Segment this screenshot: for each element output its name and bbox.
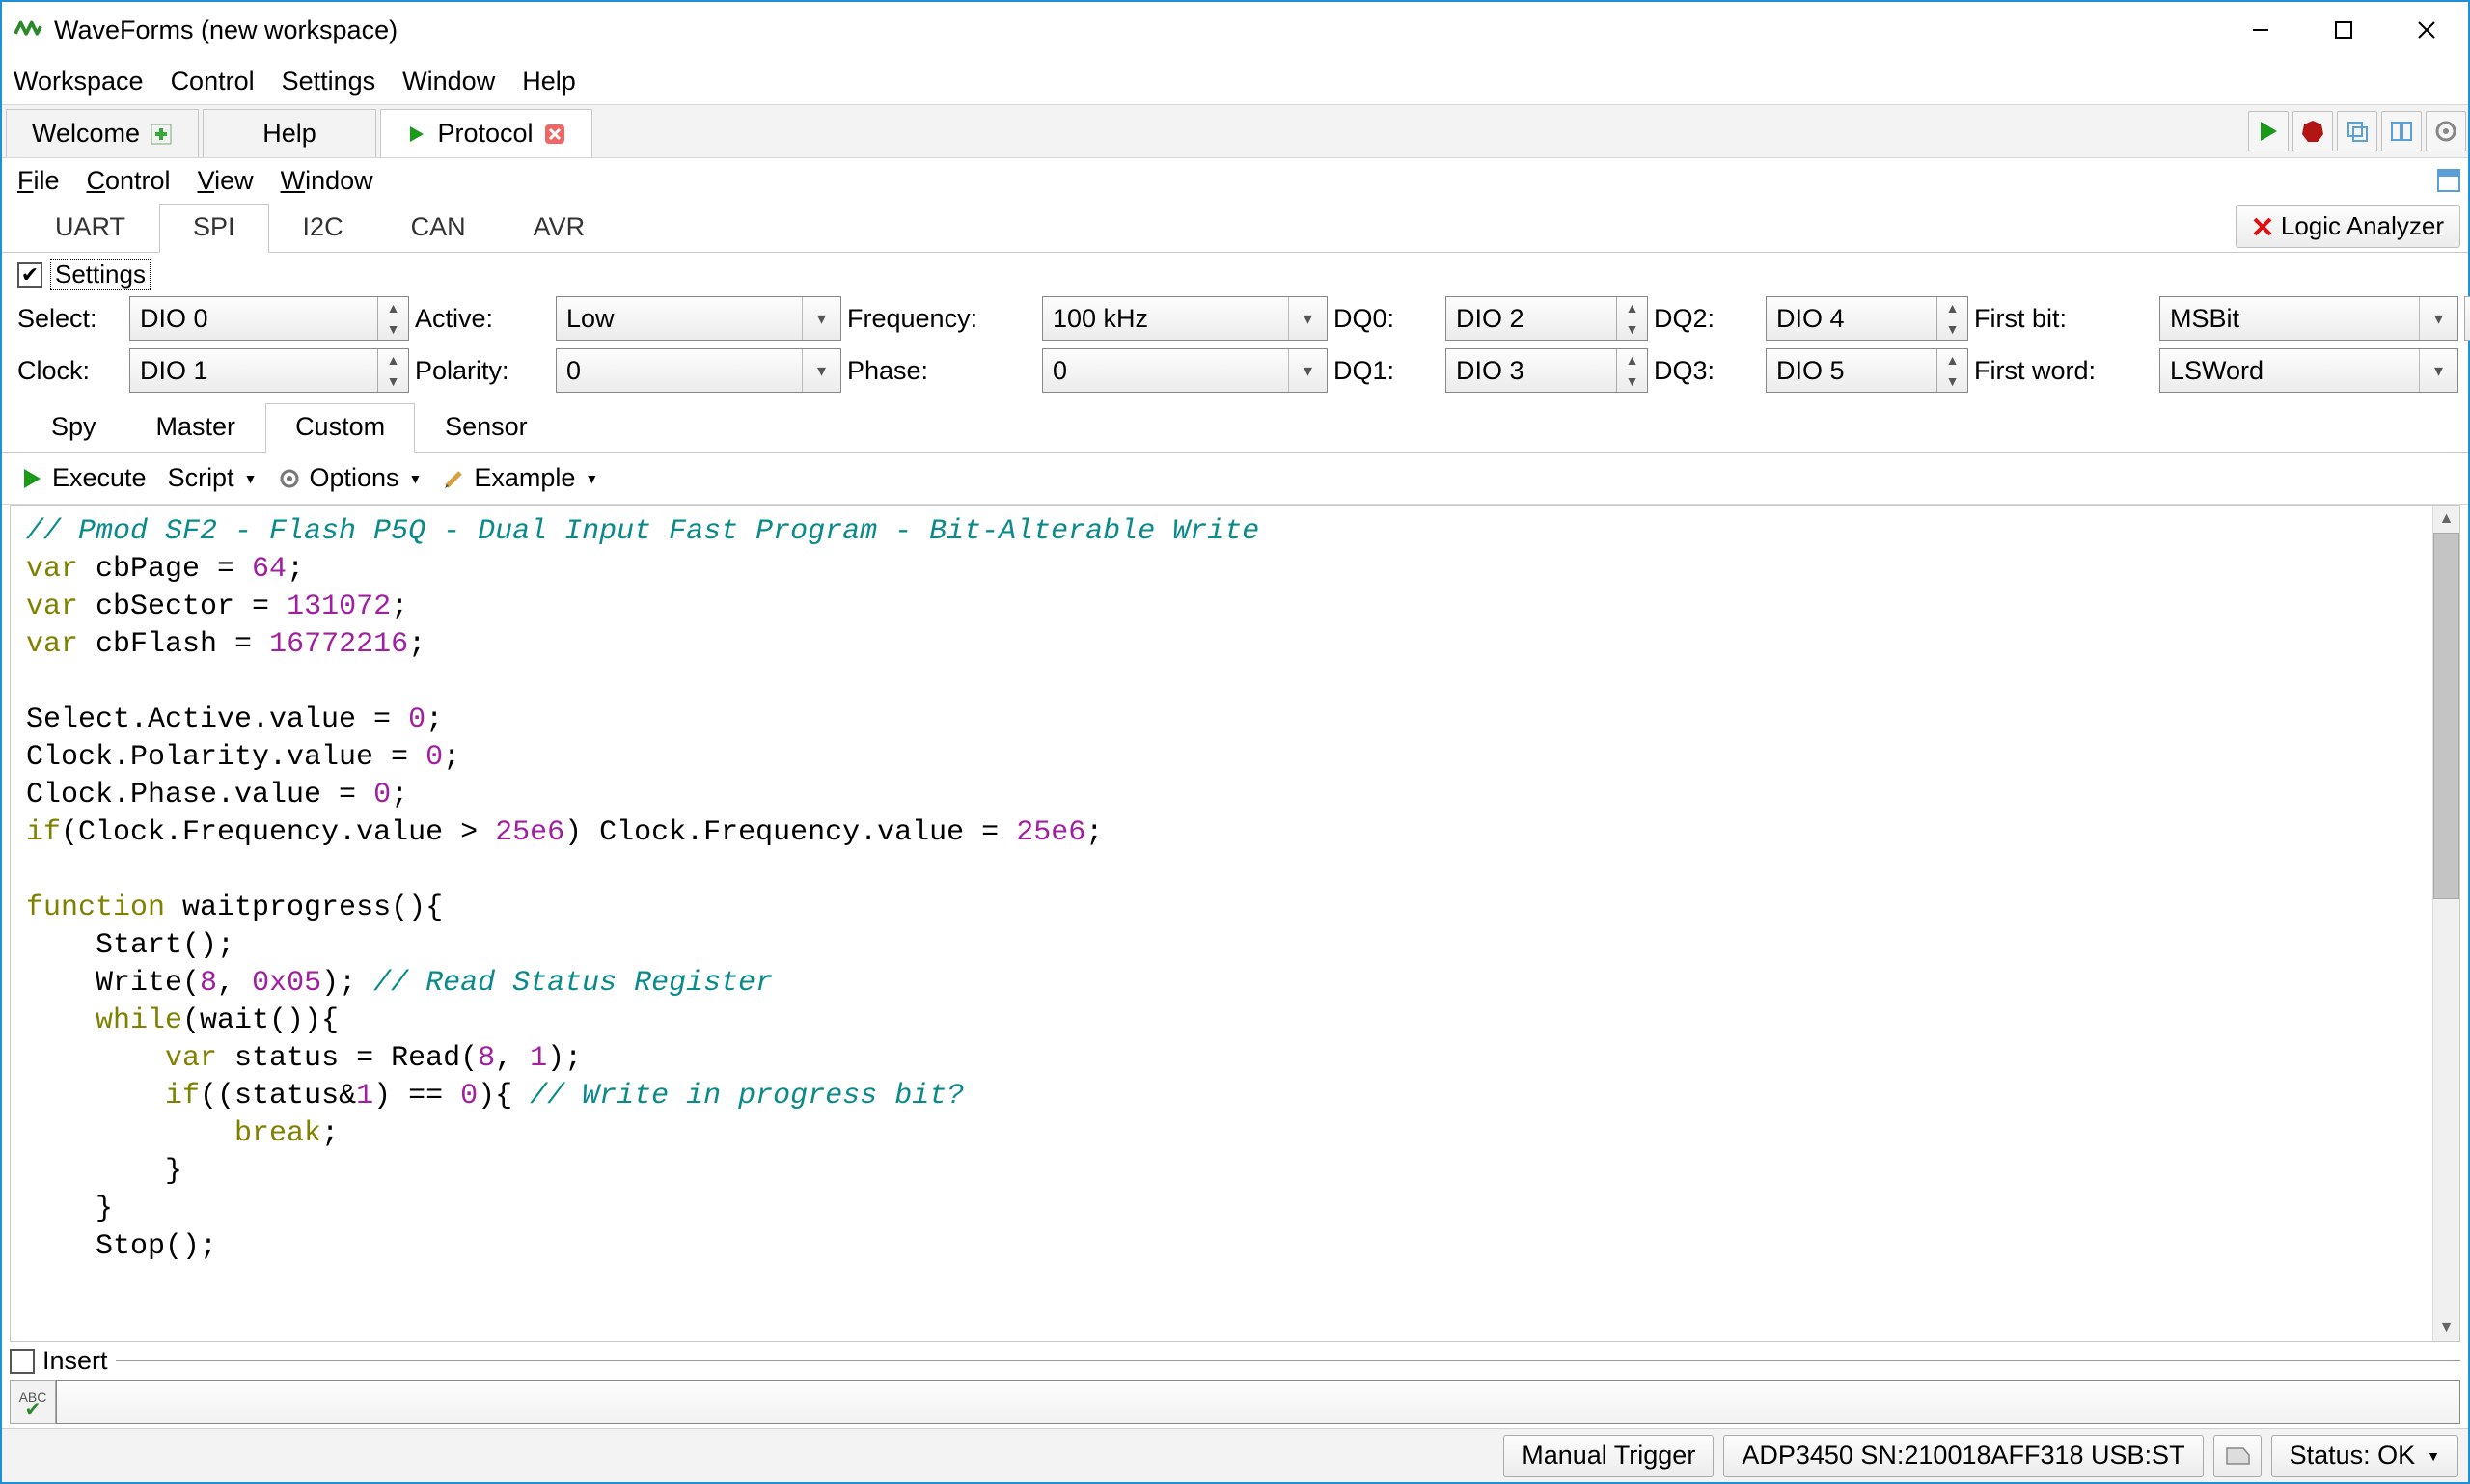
dq1-label: DQ1: [1333,356,1440,386]
submenu-window[interactable]: Window [281,166,373,196]
insert-section: Insert ABC✔ [10,1346,2460,1424]
plus-icon [150,123,173,146]
minimize-button[interactable] [2219,2,2302,58]
tab-welcome[interactable]: Welcome [6,109,199,157]
menu-help[interactable]: Help [522,67,576,96]
device-status[interactable]: ADP3450 SN:210018AFF318 USB:ST [1723,1435,2203,1477]
polarity-select[interactable]: 0▾ [556,348,841,393]
main-menubar: Workspace Control Settings Window Help [2,58,2468,104]
clock-label: Clock: [17,356,124,386]
menu-workspace[interactable]: Workspace [14,67,144,96]
firstword-select[interactable]: LSWord▾ [2159,348,2458,393]
mtab-sensor[interactable]: Sensor [415,403,558,452]
dq0-input[interactable]: DIO 2▲▼ [1445,296,1648,341]
submenu-view[interactable]: View [198,166,254,196]
spi-params: Select: DIO 0▲▼ Active: Low▾ Frequency: … [2,294,2468,402]
instrument-menubar: File Control View Window [2,158,2468,203]
dq3-input[interactable]: DIO 5▲▼ [1766,348,1968,393]
maximize-pane-icon[interactable] [2435,167,2462,194]
settings-label[interactable]: Settings [50,259,151,290]
logic-analyzer-button[interactable]: Logic Analyzer [2236,205,2460,248]
phase-label: Phase: [847,356,1036,386]
settings-gear-icon[interactable] [2426,111,2466,151]
script-toolbar: Execute Script▼ Options▼ Example▼ [2,453,2468,505]
windows-tile-icon[interactable] [2381,111,2422,151]
maximize-button[interactable] [2302,2,2385,58]
ptab-can[interactable]: CAN [377,204,500,252]
polarity-label: Polarity: [415,356,550,386]
dq2-label: DQ2: [1654,304,1760,334]
protocol-tabs: UART SPI I2C CAN AVR Logic Analyzer [2,203,2468,253]
gear-icon [278,467,301,490]
select-label: Select: [17,304,124,334]
close-tab-icon[interactable] [543,123,566,146]
mode-tabs: Spy Master Custom Sensor [2,402,2468,453]
frequency-select[interactable]: 100 kHz▾ [1042,296,1328,341]
titlebar: WaveForms (new workspace) [2,2,2468,58]
active-label: Active: [415,304,550,334]
settings-row: ✔ Settings [2,253,2468,294]
options-dropdown[interactable]: Options▼ [278,463,422,493]
mtab-spy[interactable]: Spy [21,403,126,452]
stop-button[interactable] [2292,111,2333,151]
code-editor-wrap: // Pmod SF2 - Flash P5Q - Dual Input Fas… [10,505,2460,1342]
insert-input[interactable] [56,1380,2460,1424]
sd-card-icon[interactable] [2213,1435,2262,1477]
tab-help[interactable]: Help [203,109,376,157]
menu-control[interactable]: Control [171,67,255,96]
status-ok[interactable]: Status: OK▼ [2271,1435,2458,1477]
mtab-master[interactable]: Master [126,403,266,452]
script-dropdown[interactable]: Script▼ [168,463,258,493]
firstbit-label: First bit: [1974,304,2154,334]
logic-analyzer-label: Logic Analyzer [2281,211,2444,241]
ptab-i2c[interactable]: I2C [269,204,377,252]
dq3-label: DQ3: [1654,356,1760,386]
abc-check-icon[interactable]: ABC✔ [10,1380,56,1424]
phase-select[interactable]: 0▾ [1042,348,1328,393]
windows-cascade-icon[interactable] [2337,111,2377,151]
play-icon [406,124,427,145]
clock-input[interactable]: DIO 1▲▼ [129,348,409,393]
document-tabs: Welcome Help Protocol [2,104,2468,158]
app-icon [14,15,42,44]
tab-protocol-label: Protocol [437,119,533,149]
ptab-spi[interactable]: SPI [159,204,269,253]
menu-window[interactable]: Window [402,67,495,96]
tab-help-label: Help [262,119,316,149]
code-editor[interactable]: // Pmod SF2 - Flash P5Q - Dual Input Fas… [11,506,2432,1341]
submenu-control[interactable]: Control [87,166,171,196]
params-gear-button[interactable] [2464,296,2470,341]
play-icon [19,466,44,491]
pencil-icon [443,467,466,490]
ptab-avr[interactable]: AVR [500,204,619,252]
editor-scrollbar[interactable]: ▲ ▼ [2432,506,2459,1341]
window-title: WaveForms (new workspace) [54,15,2219,45]
x-icon [2252,216,2273,237]
settings-checkbox[interactable]: ✔ [17,262,42,288]
menu-settings[interactable]: Settings [282,67,376,96]
tab-welcome-label: Welcome [32,119,140,149]
tab-protocol[interactable]: Protocol [380,109,592,157]
close-button[interactable] [2385,2,2468,58]
insert-label: Insert [42,1346,108,1376]
mtab-custom[interactable]: Custom [265,403,415,453]
firstbit-select[interactable]: MSBit▾ [2159,296,2458,341]
insert-checkbox[interactable] [10,1349,35,1374]
execute-button[interactable]: Execute [19,463,147,493]
run-button[interactable] [2248,111,2289,151]
dq0-label: DQ0: [1333,304,1440,334]
submenu-file[interactable]: File [17,166,60,196]
active-select[interactable]: Low▾ [556,296,841,341]
firstword-label: First word: [1974,356,2154,386]
frequency-label: Frequency: [847,304,1036,334]
example-dropdown[interactable]: Example▼ [443,463,598,493]
dq1-input[interactable]: DIO 3▲▼ [1445,348,1648,393]
select-input[interactable]: DIO 0▲▼ [129,296,409,341]
manual-trigger-button[interactable]: Manual Trigger [1503,1435,1714,1477]
ptab-uart[interactable]: UART [21,204,159,252]
status-bar: Manual Trigger ADP3450 SN:210018AFF318 U… [2,1428,2468,1482]
dq2-input[interactable]: DIO 4▲▼ [1766,296,1968,341]
